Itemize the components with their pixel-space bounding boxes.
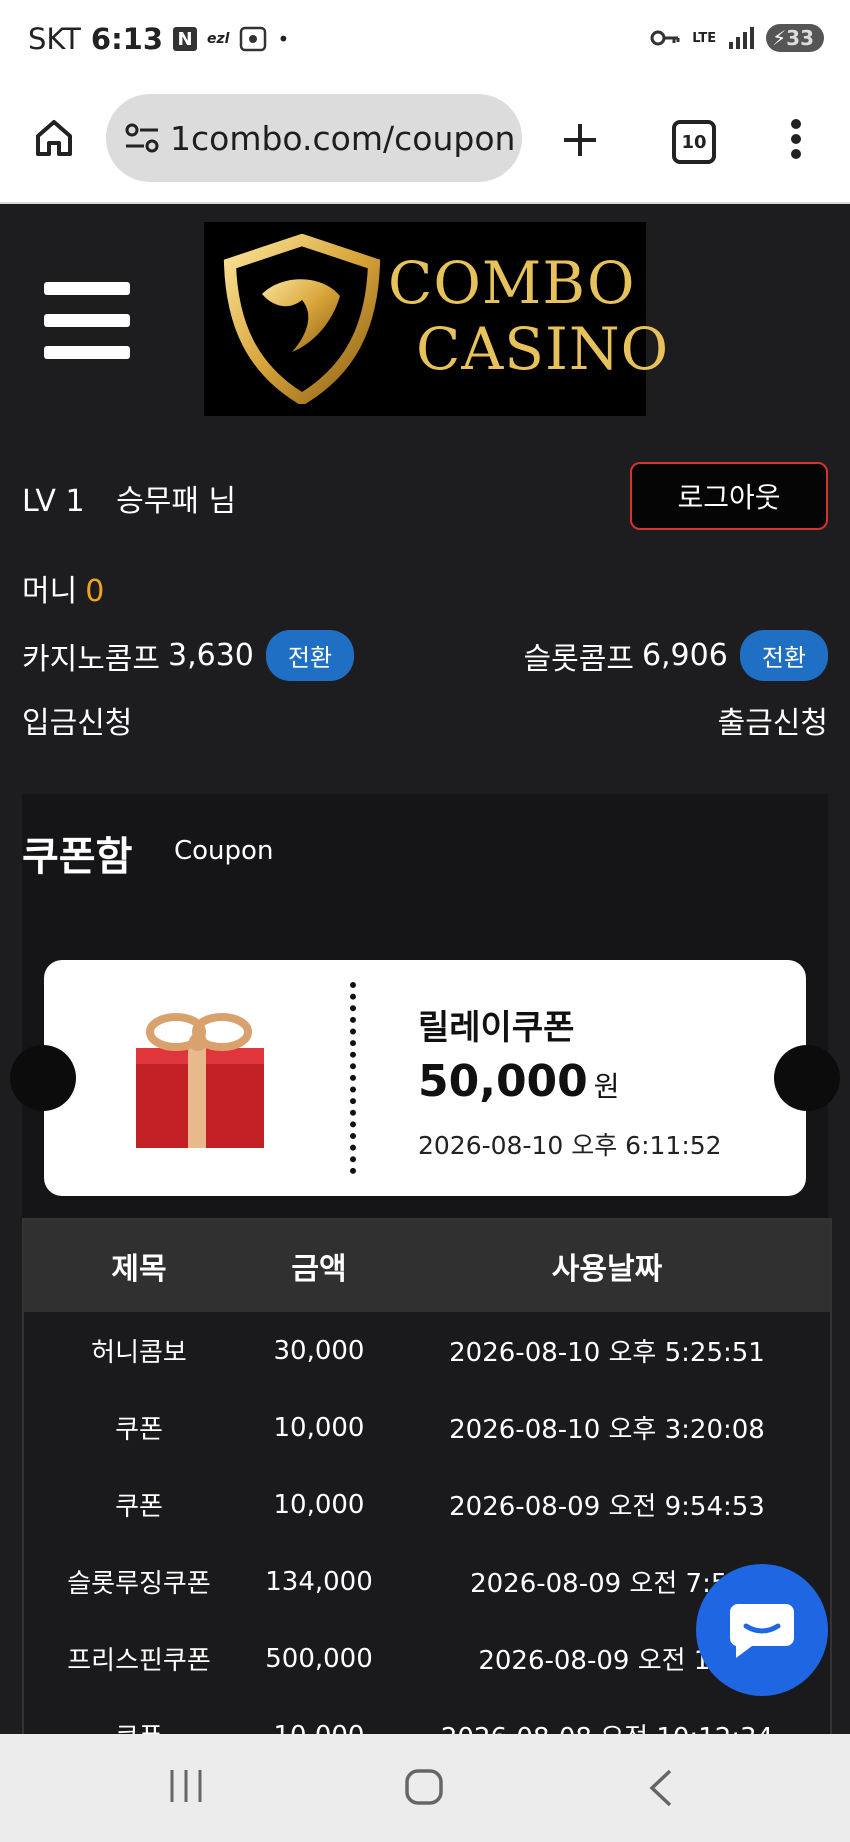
browser-toolbar: 1combo.com/coupon 10 [0, 82, 850, 204]
ezl-notification-icon: ezl [207, 31, 230, 47]
column-header-date: 사용날짜 [551, 1252, 663, 1287]
row-date: 2026-08-10 오후 3:20:08 [449, 1415, 765, 1445]
money-balance: 머니 0 [22, 566, 104, 610]
row-title: 프리스핀쿠폰 [67, 1646, 211, 1676]
coupon-unit: 원 [593, 1070, 620, 1103]
ticket-notch-right [774, 1045, 840, 1111]
table-row: 쿠폰 10,000 2026-08-09 오전 9:54:53 [24, 1466, 830, 1543]
table-row: 쿠폰 10,000 2026-08-10 오후 3:20:08 [24, 1389, 830, 1466]
combo-casino-logo[interactable]: COMBO CASINO [204, 222, 668, 416]
home-button-icon[interactable] [404, 1768, 444, 1806]
table-header: 제목 금액 사용날짜 [24, 1220, 830, 1312]
coupon-amount-line: 50,000 원 [418, 1056, 620, 1107]
casino-comp-convert-button[interactable]: 전환 [265, 630, 355, 681]
status-bar: SKT 6:13 N ezl • LTE ⚡33 [0, 0, 850, 82]
coupon-panel-title: 쿠폰함 [22, 834, 133, 880]
coupon-date: 2026-08-10 오후 6:11:52 [418, 1131, 722, 1160]
back-icon[interactable] [646, 1768, 674, 1808]
user-name: 승무패 님 [116, 484, 237, 519]
recent-apps-icon[interactable] [168, 1768, 204, 1804]
screenshot-icon [240, 26, 267, 52]
coupon-amount: 50,000 [418, 1056, 588, 1107]
key-icon [650, 30, 680, 46]
comp-row: 카지노콤프 3,630 전환 슬롯콤프 6,906 전환 [22, 624, 828, 681]
clock: 6:13 [90, 22, 164, 56]
row-title: 허니콤보 [91, 1338, 187, 1368]
coupon-card[interactable]: 릴레이쿠폰 50,000 원 2026-08-10 오후 6:11:52 [44, 960, 806, 1196]
ticket-perforation [350, 982, 356, 1174]
table-row: 허니콤보 30,000 2026-08-10 오후 5:25:51 [24, 1312, 830, 1389]
row-amount: 10,000 [273, 1489, 365, 1520]
money-label: 머니 [22, 574, 78, 609]
system-navigation-bar [0, 1734, 850, 1842]
row-amount: 134,000 [265, 1566, 373, 1597]
slot-comp-value: 6,906 [641, 638, 728, 673]
table-row: 쿠폰10,0002026-08-08 오전 10:12:34 [24, 1697, 830, 1734]
shield-logo-icon [223, 234, 381, 404]
url-text: 1combo.com/coupon [170, 118, 516, 158]
column-header-title: 제목 [111, 1252, 167, 1287]
logo-wordmark: COMBO CASINO [388, 250, 669, 382]
user-info: LV 1 승무패 님 [22, 476, 236, 520]
address-bar[interactable]: 1combo.com/coupon [106, 94, 522, 182]
row-date: 2026-08-10 오후 5:25:51 [449, 1338, 765, 1368]
column-header-amount: 금액 [291, 1252, 347, 1287]
money-value: 0 [85, 574, 105, 609]
slot-comp-label: 슬롯콤프 [523, 641, 634, 677]
dot-icon: • [277, 27, 290, 51]
hamburger-menu-icon[interactable] [44, 282, 130, 360]
ticket-notch-left [10, 1045, 76, 1111]
row-title: 쿠폰 [115, 1415, 163, 1445]
new-tab-icon[interactable] [560, 120, 600, 160]
naver-notification-icon: N [173, 27, 198, 51]
casino-comp-label: 카지노콤프 [22, 641, 160, 677]
tab-switcher-button[interactable]: 10 [672, 120, 716, 164]
battery-level: 33 [786, 26, 814, 50]
chat-bubble-icon [729, 1604, 794, 1658]
signal-icon [729, 27, 755, 49]
network-type: LTE [692, 30, 717, 46]
logo-line-2: CASINO [416, 315, 670, 383]
slot-comp-convert-button[interactable]: 전환 [739, 630, 828, 681]
coupon-panel-subtitle: Coupon [174, 836, 274, 866]
gift-box-icon [136, 1013, 264, 1148]
row-amount: 30,000 [273, 1335, 365, 1366]
row-amount: 10,000 [273, 1412, 365, 1443]
more-menu-icon[interactable] [790, 118, 802, 160]
battery-indicator: ⚡33 [766, 24, 824, 52]
casino-comp-value: 3,630 [168, 638, 254, 673]
logout-button[interactable]: 로그아웃 [630, 462, 828, 530]
deposit-request-link[interactable]: 입금신청 [22, 698, 132, 742]
row-date: 2026-08-09 오전 9:54:53 [449, 1492, 765, 1522]
row-amount: 10,000 [254, 1721, 384, 1735]
withdraw-request-link[interactable]: 출금신청 [718, 698, 828, 742]
home-icon[interactable] [32, 116, 76, 160]
logo-line-1: COMBO [388, 249, 636, 317]
user-level: LV 1 [22, 484, 85, 519]
page-content: COMBO CASINO LV 1 승무패 님 로그아웃 머니 0 카지노콤프 3… [0, 204, 850, 1734]
row-title: 쿠폰 [24, 1717, 254, 1734]
row-date: 2026-08-08 오전 10:12:34 [384, 1717, 830, 1734]
carrier-label: SKT [28, 22, 81, 56]
coupon-name: 릴레이쿠폰 [418, 1008, 575, 1048]
row-title: 슬롯루징쿠폰 [67, 1569, 211, 1599]
live-chat-button[interactable] [696, 1564, 828, 1696]
site-settings-icon[interactable] [124, 121, 160, 155]
tab-count: 10 [681, 131, 707, 153]
row-amount: 500,000 [265, 1643, 373, 1674]
row-title: 쿠폰 [115, 1492, 163, 1522]
